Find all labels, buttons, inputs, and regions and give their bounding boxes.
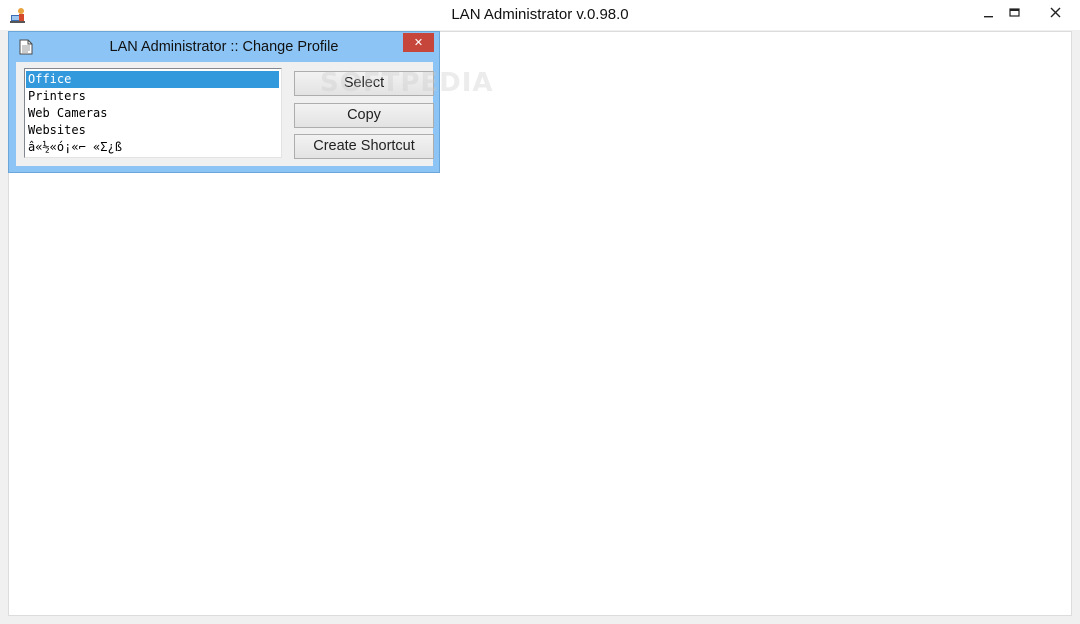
dialog-titlebar[interactable]: LAN Administrator :: Change Profile ✕ [9,32,439,62]
list-item-web-cameras[interactable]: Web Cameras [26,105,279,122]
dialog-body: Office Printers Web Cameras Websites â«½… [16,62,434,166]
list-item-garbled-profile[interactable]: â«½«ó¡«⌐ «Σ¿ß [26,139,279,156]
select-button[interactable]: Select [294,71,434,96]
change-profile-dialog: LAN Administrator :: Change Profile ✕ Of… [8,31,440,173]
minimize-icon [984,3,994,22]
main-titlebar[interactable]: LAN Administrator v.0.98.0 [0,0,1080,30]
close-icon: ✕ [413,36,424,49]
list-item-office[interactable]: Office [26,71,279,88]
create-shortcut-button[interactable]: Create Shortcut [294,134,434,159]
profile-list[interactable]: Office Printers Web Cameras Websites â«½… [24,68,282,158]
list-item-printers[interactable]: Printers [26,88,279,105]
maximize-button[interactable] [1000,0,1030,24]
main-window: LAN Administrator v.0.98.0 LAN Administr… [0,0,1080,624]
list-item-websites[interactable]: Websites [26,122,279,139]
maximize-icon [1009,3,1021,22]
dialog-close-button[interactable]: ✕ [403,33,434,52]
main-window-title: LAN Administrator v.0.98.0 [451,6,629,23]
copy-button[interactable]: Copy [294,103,434,128]
close-icon [1050,3,1061,22]
close-button[interactable] [1032,0,1078,24]
dialog-title: LAN Administrator :: Change Profile [109,39,339,55]
